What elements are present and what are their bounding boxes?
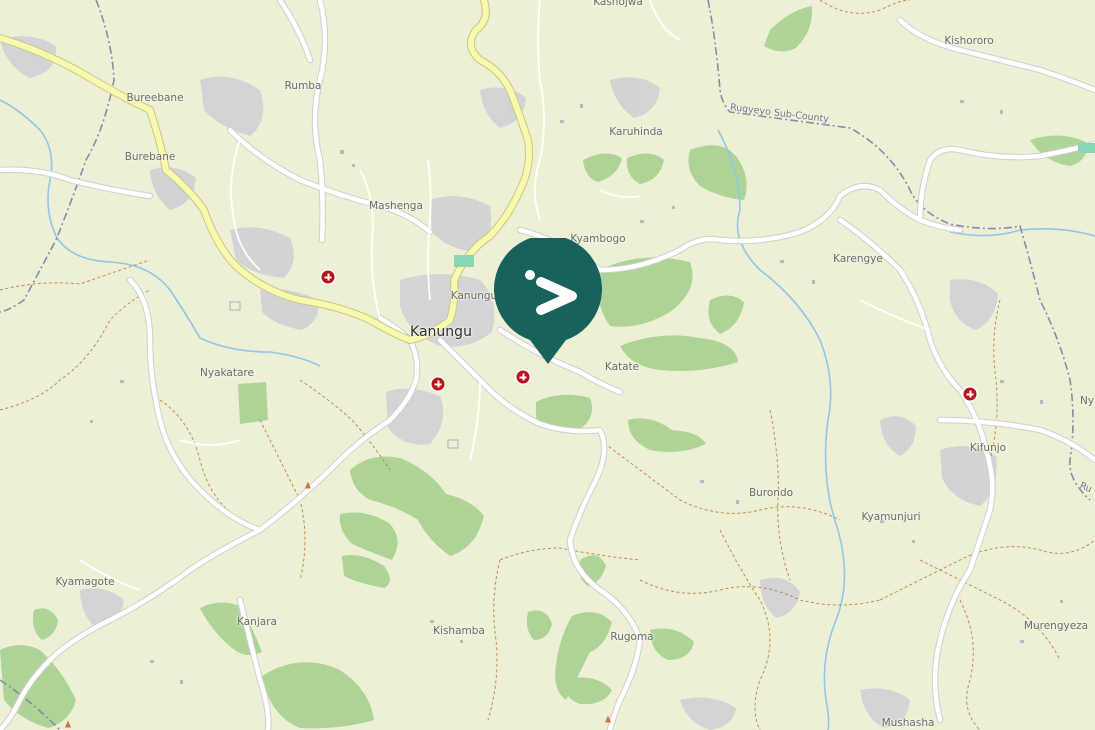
place-label-mushasha: Mushasha bbox=[881, 717, 935, 729]
peak-icon bbox=[65, 720, 71, 728]
place-label-kyamunjuri: Kyamunjuri bbox=[861, 511, 921, 523]
place-label-rumba: Rumba bbox=[284, 80, 322, 92]
place-label-mashenga: Mashenga bbox=[369, 200, 423, 212]
place-label-burebane: Burebane bbox=[124, 151, 176, 163]
place-label-kyamagote: Kyamagote bbox=[55, 576, 115, 588]
location-pin-marker[interactable] bbox=[494, 235, 602, 366]
place-label-kanungu-small: Kanungu bbox=[450, 290, 498, 302]
peak-icon bbox=[305, 481, 311, 489]
place-label-kishamba: Kishamba bbox=[433, 625, 485, 637]
place-label-karuhinda: Karuhinda bbox=[609, 126, 663, 138]
map-canvas[interactable]: Kashojwa Kishororo Bureebane Rumba Karuh… bbox=[0, 0, 1095, 730]
hospital-icon[interactable] bbox=[963, 387, 977, 401]
place-label-kanjara: Kanjara bbox=[237, 616, 277, 628]
place-label-bureebane: Bureebane bbox=[126, 92, 184, 104]
park-area bbox=[454, 255, 474, 267]
place-label-nyakatare: Nyakatare bbox=[200, 367, 254, 379]
place-label-kashojwa: Kashojwa bbox=[593, 0, 643, 8]
place-label-kishororo: Kishororo bbox=[944, 35, 994, 47]
place-label-rugoma: Rugoma bbox=[610, 631, 654, 643]
place-label-karengye: Karengye bbox=[833, 253, 883, 265]
place-label-murengyeza: Murengyeza bbox=[1023, 620, 1089, 632]
place-label-kanungu: Kanungu bbox=[410, 324, 472, 340]
place-label-katate: Katate bbox=[604, 361, 640, 373]
park-area-east bbox=[1078, 143, 1095, 153]
peak-icon bbox=[605, 715, 611, 723]
place-label-kifunjo: Kifunjo bbox=[969, 442, 1007, 454]
place-label-burondo: Burondo bbox=[748, 487, 794, 499]
location-pin-icon bbox=[494, 235, 602, 364]
place-label-ny: Ny bbox=[1079, 395, 1095, 407]
hospital-icon[interactable] bbox=[516, 370, 530, 384]
hospital-icon[interactable] bbox=[431, 377, 445, 391]
hospital-icon[interactable] bbox=[321, 270, 335, 284]
